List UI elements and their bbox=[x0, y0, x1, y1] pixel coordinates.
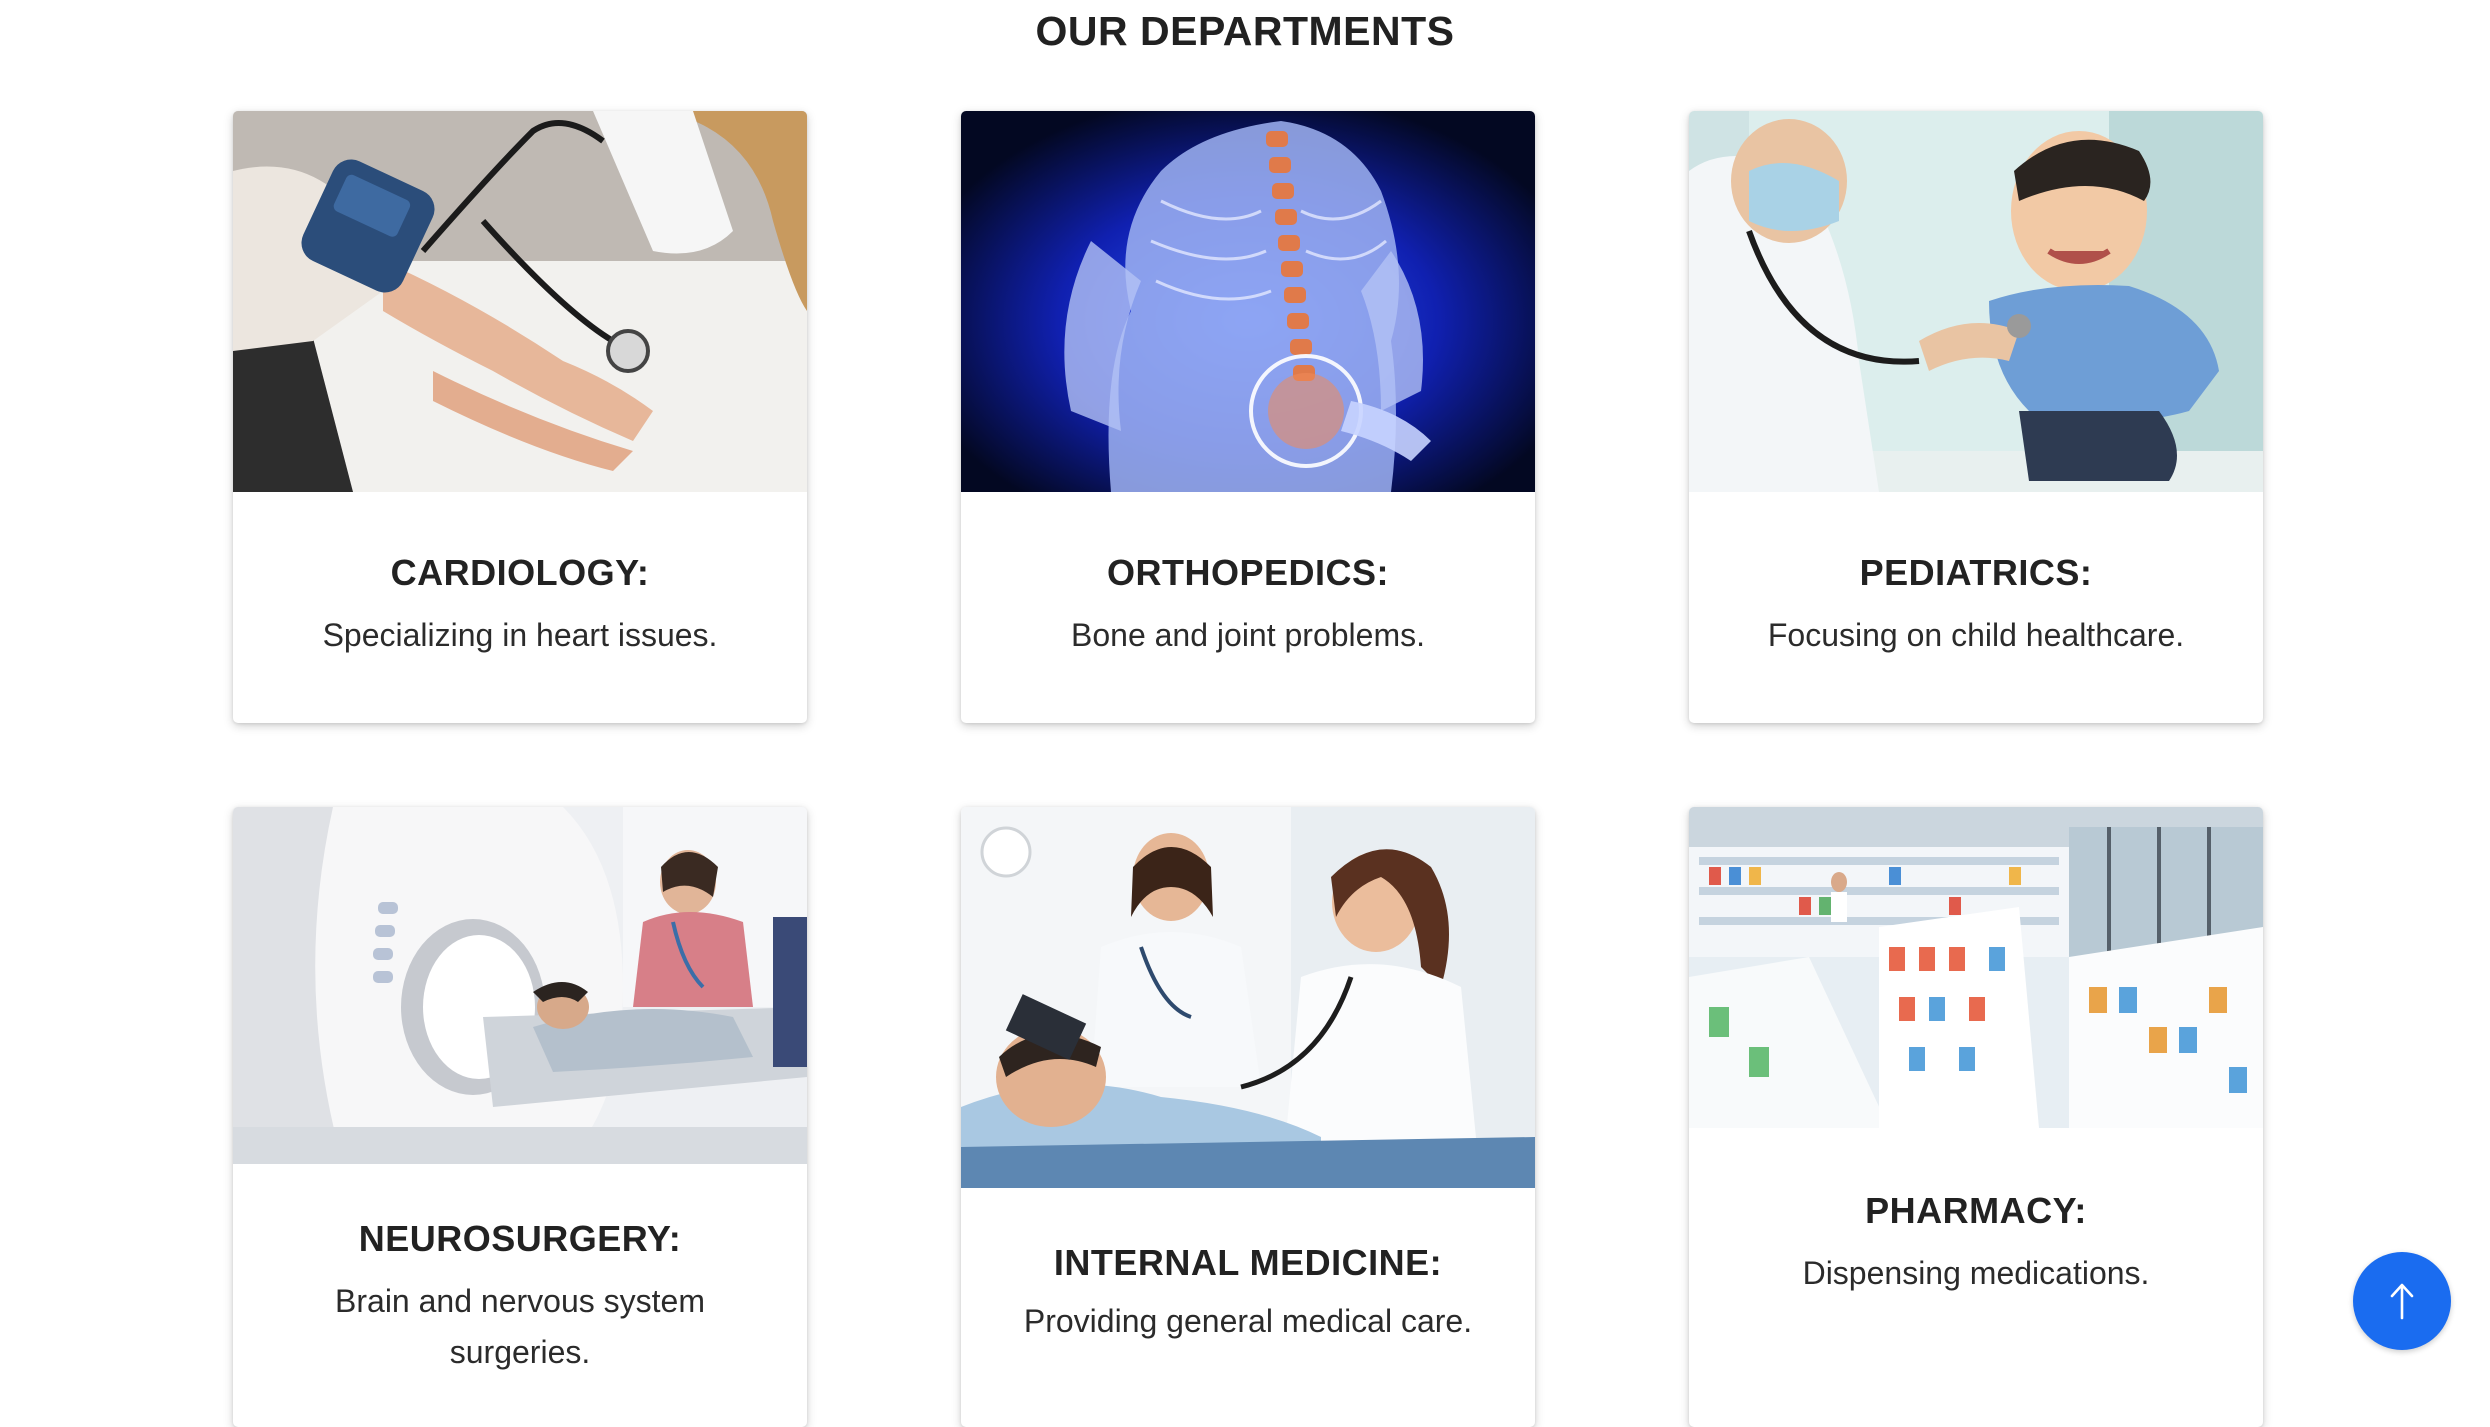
cardiology-image bbox=[233, 111, 807, 492]
orthopedics-image bbox=[961, 111, 1535, 492]
department-description: Bone and joint problems. bbox=[1071, 617, 1425, 653]
card-body: CARDIOLOGY: Specializing in heart issues… bbox=[233, 492, 807, 661]
department-card-cardiology[interactable]: CARDIOLOGY: Specializing in heart issues… bbox=[233, 111, 807, 723]
scroll-to-top-button[interactable] bbox=[2353, 1252, 2451, 1350]
department-card-orthopedics[interactable]: ORTHOPEDICS: Bone and joint problems. bbox=[961, 111, 1535, 723]
neurosurgery-image bbox=[233, 807, 807, 1164]
department-description: Providing general medical care. bbox=[1023, 1303, 1473, 1339]
department-title: PEDIATRICS: bbox=[1859, 552, 2093, 593]
card-body: PHARMACY: Dispensing medications. bbox=[1689, 1128, 2263, 1299]
department-description: Brain and nervous system surgeries. bbox=[335, 1283, 705, 1370]
pharmacy-image bbox=[1689, 807, 2263, 1128]
internal-medicine-image bbox=[961, 807, 1535, 1188]
card-body: INTERNAL MEDICINE: Providing general med… bbox=[961, 1188, 1535, 1347]
department-title: ORTHOPEDICS: bbox=[1106, 552, 1389, 593]
card-body: PEDIATRICS: Focusing on child healthcare… bbox=[1689, 492, 2263, 661]
card-body: NEUROSURGERY: Brain and nervous system s… bbox=[233, 1164, 807, 1378]
department-card-pediatrics[interactable]: PEDIATRICS: Focusing on child healthcare… bbox=[1689, 111, 2263, 723]
card-body: ORTHOPEDICS: Bone and joint problems. bbox=[961, 492, 1535, 661]
department-title: NEUROSURGERY: bbox=[358, 1218, 682, 1259]
department-title: CARDIOLOGY: bbox=[390, 552, 650, 593]
arrow-up-icon bbox=[2390, 1283, 2414, 1320]
department-card-internal-medicine[interactable]: INTERNAL MEDICINE: Providing general med… bbox=[961, 807, 1535, 1427]
department-description: Specializing in heart issues. bbox=[322, 617, 718, 653]
department-description: Dispensing medications. bbox=[1802, 1255, 2150, 1291]
department-card-pharmacy[interactable]: PHARMACY: Dispensing medications. bbox=[1689, 807, 2263, 1427]
department-title: INTERNAL MEDICINE: bbox=[1053, 1242, 1443, 1283]
page-title: OUR DEPARTMENTS bbox=[1035, 8, 1455, 54]
department-title: PHARMACY: bbox=[1865, 1190, 2087, 1231]
department-description: Focusing on child healthcare. bbox=[1767, 617, 2185, 653]
department-card-neurosurgery[interactable]: NEUROSURGERY: Brain and nervous system s… bbox=[233, 807, 807, 1427]
pediatrics-image bbox=[1689, 111, 2263, 492]
